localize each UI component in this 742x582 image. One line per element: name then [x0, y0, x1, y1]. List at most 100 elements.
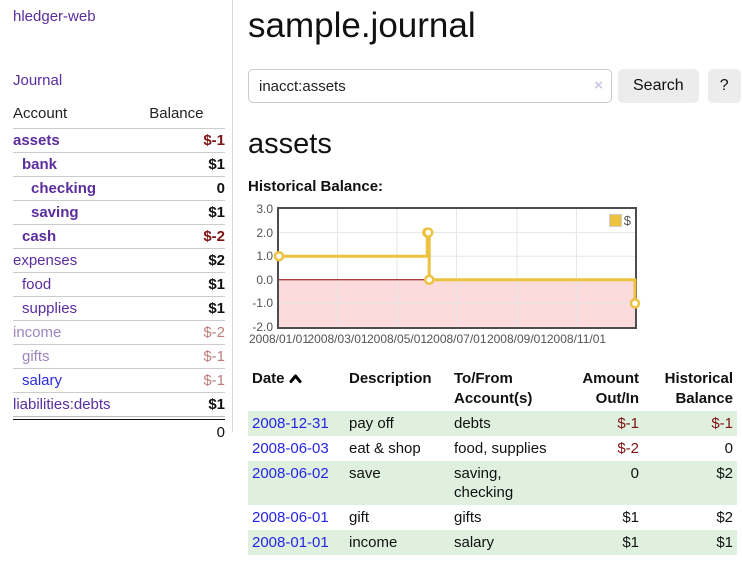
account-balance: $-1 [149, 369, 225, 393]
accounts-total: 0 [13, 416, 225, 442]
account-balance: $2 [149, 249, 225, 273]
account-link[interactable]: income [13, 324, 61, 341]
legend-label: $ [624, 213, 631, 228]
sidebar-item-journal[interactable]: Journal [13, 72, 232, 89]
register-header-balance: Historical Balance [643, 367, 737, 411]
account-link[interactable]: salary [22, 372, 62, 389]
search-input[interactable] [248, 69, 612, 103]
accounts-total-value: 0 [13, 419, 225, 442]
account-row: expenses $2 [13, 249, 225, 273]
account-row: assets $-1 [13, 129, 225, 153]
account-row: checking 0 [13, 177, 225, 201]
register-accounts: debts [450, 411, 578, 436]
x-axis-tick: 2008/07/01 [426, 332, 486, 346]
account-balance: $-1 [149, 345, 225, 369]
account-link[interactable]: food [22, 276, 51, 293]
chart-plot: $ [277, 207, 637, 329]
help-button[interactable]: ? [708, 69, 741, 103]
register-balance: $2 [643, 461, 737, 505]
account-link[interactable]: saving [31, 204, 79, 221]
register-balance: $1 [643, 530, 737, 555]
brand-link[interactable]: hledger-web [13, 8, 232, 25]
y-axis-tick: -1.0 [248, 297, 273, 310]
register-amount: $-2 [578, 436, 643, 461]
main-content: sample.journal × Search ? assets Histori… [248, 0, 742, 555]
account-balance: $-2 [149, 225, 225, 249]
account-title: assets [248, 128, 742, 161]
account-row: saving$1 [13, 201, 225, 225]
account-row: bank $1 [13, 153, 225, 177]
sidebar-divider [232, 0, 233, 432]
date-header-label: Date [252, 370, 285, 387]
register-row: 2008-06-01giftgifts$1$2 [248, 505, 737, 530]
chart-legend: $ [609, 213, 631, 228]
accounts-header-account: Account [13, 103, 149, 129]
x-axis-tick: 2008/01/01 [249, 332, 309, 346]
register-description: gift [345, 505, 450, 530]
account-balance: $1 [149, 297, 225, 321]
register-table: Date Description To/From Account(s) Amou… [248, 367, 737, 555]
register-header-amount: Amount Out/In [578, 367, 643, 411]
date-link[interactable]: 2008-06-03 [252, 440, 329, 457]
account-link[interactable]: checking [31, 180, 96, 197]
y-axis-tick: 0.0 [248, 274, 273, 287]
register-accounts: food, supplies [450, 436, 578, 461]
register-amount: $1 [578, 530, 643, 555]
date-link[interactable]: 2008-01-01 [252, 534, 329, 551]
register-accounts: saving, checking [450, 461, 578, 505]
account-row: income $-2 [13, 321, 225, 345]
account-link[interactable]: assets [13, 132, 60, 149]
account-balance: $-1 [149, 129, 225, 153]
clear-search-icon[interactable]: × [594, 77, 603, 94]
account-row: cash $-2 [13, 225, 225, 249]
account-link[interactable]: cash [22, 228, 56, 245]
register-amount: 0 [578, 461, 643, 505]
accounts-header-balance: Balance [149, 103, 225, 129]
register-description: pay off [345, 411, 450, 436]
sidebar: hledger-web Journal Account Balance asse… [0, 0, 232, 442]
y-axis-tick: 2.0 [248, 227, 273, 240]
x-axis-tick: 2008/03/01 [307, 332, 367, 346]
account-link[interactable]: gifts [22, 348, 50, 365]
register-amount: $-1 [578, 411, 643, 436]
accounts-header-row: Account Balance [13, 103, 225, 129]
register-header-date[interactable]: Date [248, 367, 345, 411]
account-balance: $1 [149, 393, 225, 417]
y-axis-tick: 3.0 [248, 203, 273, 216]
register-header-account: To/From Account(s) [450, 367, 578, 411]
register-row: 2008-06-02 savesaving, checking0$2 [248, 461, 737, 505]
account-row: salary $-1 [13, 369, 225, 393]
account-balance: $1 [149, 153, 225, 177]
account-balance: 0 [149, 177, 225, 201]
register-row: 2008-06-03eat & shopfood, supplies$-20 [248, 436, 737, 461]
register-header-row: Date Description To/From Account(s) Amou… [248, 367, 737, 411]
register-header-description: Description [345, 367, 450, 411]
register-description: income [345, 530, 450, 555]
account-link[interactable]: expenses [13, 252, 77, 269]
register-accounts: gifts [450, 505, 578, 530]
register-description: save [345, 461, 450, 505]
legend-swatch [609, 214, 622, 227]
register-balance: $-1 [643, 411, 737, 436]
date-link[interactable]: 2008-12-31 [252, 415, 329, 432]
account-link[interactable]: liabilities:debts [13, 396, 111, 413]
y-axis-tick: 1.0 [248, 250, 273, 263]
accounts-table: Account Balance assets $-1 bank $1 checking 0… [13, 103, 225, 416]
register-balance: 0 [643, 436, 737, 461]
account-balance: $-2 [149, 321, 225, 345]
search-button[interactable]: Search [618, 69, 699, 103]
register-amount: $1 [578, 505, 643, 530]
x-axis-tick: 2008/09/01 [487, 332, 547, 346]
account-row: food $1 [13, 273, 225, 297]
register-accounts: salary [450, 530, 578, 555]
chart-title: Historical Balance: [248, 178, 742, 195]
account-link[interactable]: supplies [22, 300, 77, 317]
date-link[interactable]: 2008-06-02 [252, 465, 329, 482]
date-link[interactable]: 2008-06-01 [252, 509, 329, 526]
x-axis-tick: 2008/05/01 [367, 332, 427, 346]
account-row: gifts $-1 [13, 345, 225, 369]
account-link[interactable]: bank [22, 156, 57, 173]
register-row: 2008-12-31pay offdebts$-1$-1 [248, 411, 737, 436]
account-balance: $1 [149, 273, 225, 297]
account-row: liabilities:debts $1 [13, 393, 225, 417]
